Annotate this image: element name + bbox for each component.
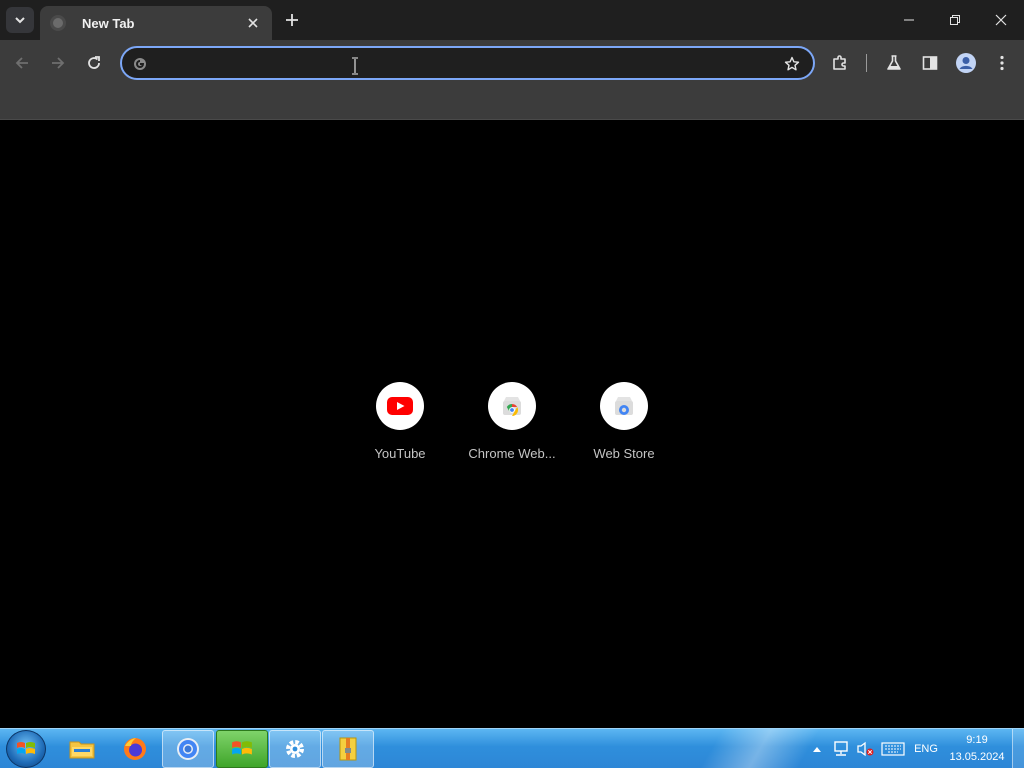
restore-button[interactable] <box>932 0 978 40</box>
side-panel-icon <box>922 56 938 70</box>
close-window-button[interactable] <box>978 0 1024 40</box>
toolbar-separator <box>866 54 867 72</box>
show-desktop-button[interactable] <box>1012 729 1024 768</box>
close-icon <box>248 18 258 28</box>
bookmarks-bar <box>0 86 1024 120</box>
bookmark-star-button[interactable] <box>783 55 801 73</box>
shortcut-tile[interactable] <box>488 382 536 430</box>
google-icon <box>134 58 146 70</box>
close-icon <box>995 14 1007 26</box>
toolbar <box>0 40 1024 86</box>
shortcut-tile[interactable] <box>600 382 648 430</box>
shortcut-label: Chrome Web... <box>468 446 556 461</box>
taskbar-chrome[interactable] <box>162 730 214 768</box>
title-bar: New Tab <box>0 0 1024 40</box>
windows-logo-icon <box>17 742 35 754</box>
shortcut-label: Web Store <box>593 446 655 461</box>
labs-button[interactable] <box>882 51 906 75</box>
text-cursor-icon <box>352 57 358 75</box>
profile-button[interactable] <box>954 51 978 75</box>
new-tab-button[interactable] <box>280 8 304 32</box>
address-input[interactable] <box>156 53 756 75</box>
taskbar-file-explorer[interactable] <box>56 730 108 768</box>
language-indicator: ENG <box>914 743 938 755</box>
reload-button[interactable] <box>82 51 106 75</box>
flask-icon <box>887 55 901 70</box>
taskbar: ENG 9:19 13.05.2024 <box>0 728 1024 768</box>
tray-keyboard[interactable] <box>878 729 908 768</box>
keyboard-icon <box>881 742 905 756</box>
tray-overflow-button[interactable] <box>810 729 824 768</box>
taskbar-settings[interactable] <box>269 730 321 768</box>
web-store-icon <box>615 397 633 415</box>
volume-muted-icon <box>857 741 874 757</box>
minimize-button[interactable] <box>886 0 932 40</box>
forward-button[interactable] <box>46 51 70 75</box>
side-panel-button[interactable] <box>918 51 942 75</box>
tab-search-button[interactable] <box>6 7 34 33</box>
tab-title: New Tab <box>82 15 135 31</box>
network-icon <box>834 741 848 756</box>
menu-button[interactable] <box>990 51 1014 75</box>
minimize-icon <box>904 19 914 21</box>
youtube-icon <box>387 397 413 415</box>
shortcut-web-store[interactable]: Web Store <box>568 377 680 477</box>
tray-language[interactable]: ENG <box>910 729 942 768</box>
clock-date: 13.05.2024 <box>949 751 1005 763</box>
tab-new-tab[interactable]: New Tab <box>40 6 272 40</box>
kebab-menu-icon <box>1000 55 1004 71</box>
chrome-web-store-icon <box>503 397 521 416</box>
star-icon <box>784 56 800 71</box>
taskbar-firefox[interactable] <box>109 730 161 768</box>
firefox-icon <box>124 738 146 760</box>
shortcut-label: YouTube <box>374 446 426 461</box>
settings-icon <box>286 740 304 758</box>
tray-network[interactable] <box>830 729 852 768</box>
taskbar-clock[interactable]: 9:19 13.05.2024 <box>944 732 1010 766</box>
reload-icon <box>88 56 100 69</box>
archive-icon <box>339 737 357 761</box>
clock-time: 9:19 <box>966 734 988 746</box>
address-bar[interactable] <box>120 46 815 80</box>
puzzle-icon <box>833 55 846 70</box>
arrow-right-icon <box>52 57 65 69</box>
profile-icon <box>956 53 976 73</box>
chevron-down-icon <box>15 17 25 24</box>
shortcut-tile[interactable] <box>376 382 424 430</box>
shortcut-chrome-web-store[interactable]: Chrome Web... <box>456 377 568 477</box>
tray-volume[interactable] <box>854 729 876 768</box>
arrow-left-icon <box>15 57 28 69</box>
chrome-icon <box>177 738 199 760</box>
tab-close-button[interactable] <box>244 14 262 32</box>
restore-icon <box>950 15 960 25</box>
taskbar-windows-app[interactable] <box>216 730 268 768</box>
shortcut-youtube[interactable]: YouTube <box>344 377 456 477</box>
start-button[interactable] <box>6 730 46 768</box>
chevron-up-icon <box>813 747 821 752</box>
windows-app-icon <box>232 741 252 755</box>
taskbar-archive[interactable] <box>322 730 374 768</box>
globe-icon <box>50 15 66 31</box>
extensions-button[interactable] <box>828 51 852 75</box>
file-explorer-icon <box>69 741 95 759</box>
new-tab-page: YouTube Chrome Web... Web Store <box>0 121 1024 728</box>
plus-icon <box>286 14 298 26</box>
back-button[interactable] <box>10 51 34 75</box>
taskbar-highlight <box>690 729 830 768</box>
